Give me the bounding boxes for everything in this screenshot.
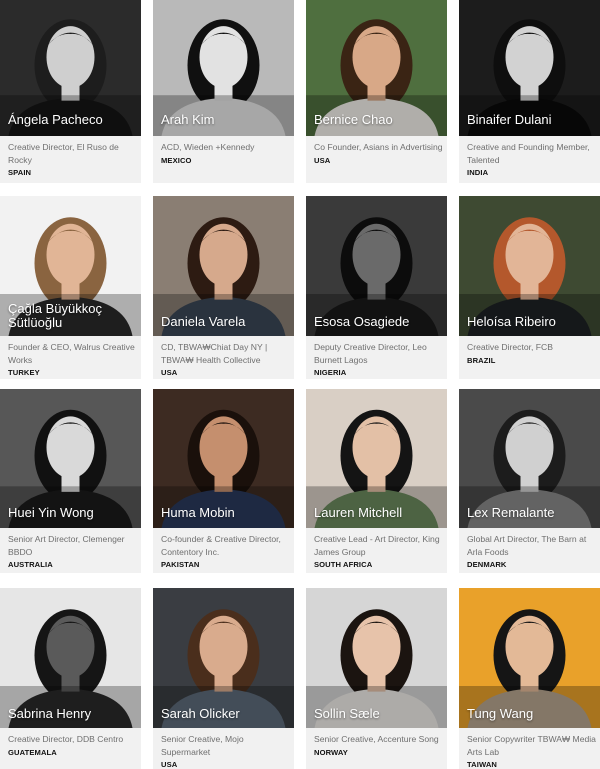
person-name: Sollin Sæle bbox=[314, 706, 380, 721]
person-name: Arah Kim bbox=[161, 112, 215, 127]
person-name: Huma Mobin bbox=[161, 505, 235, 520]
person-role: Senior Art Director, Clemenger BBDO bbox=[8, 534, 125, 557]
person-role: Senior Creative, Accenture Song bbox=[314, 734, 439, 744]
person-name: Lauren Mitchell bbox=[314, 505, 403, 520]
person-country: USA bbox=[161, 368, 178, 377]
person-card[interactable]: Arah Kim ACD, Wieden +Kennedy MEXICO bbox=[153, 0, 294, 183]
face-shape bbox=[505, 223, 554, 286]
person-card[interactable]: Daniela Varela CD, TBWA₩Chiat Day NY | T… bbox=[153, 196, 294, 379]
person-card[interactable]: Lauren Mitchell Creative Lead - Art Dire… bbox=[306, 389, 447, 573]
face-shape bbox=[46, 615, 95, 678]
person-role: Senior Copywriter TBWA₩ Media Arts Lab bbox=[467, 734, 596, 757]
person-role: ACD, Wieden +Kennedy bbox=[161, 142, 255, 152]
person-role: Senior Creative, Mojo Supermarket bbox=[161, 734, 244, 757]
face-shape bbox=[352, 615, 401, 678]
person-country: NIGERIA bbox=[314, 368, 347, 377]
face-shape bbox=[352, 26, 401, 89]
person-role: Creative and Founding Member, Talented bbox=[467, 142, 590, 165]
face-shape bbox=[352, 223, 401, 286]
person-role: Founder & CEO, Walrus Creative Works bbox=[8, 342, 135, 365]
person-card[interactable]: Çağla Büyükkoç Sütlüoğlu Founder & CEO, … bbox=[0, 196, 141, 379]
person-name: Bernice Chao bbox=[314, 112, 393, 127]
face-shape bbox=[199, 26, 248, 89]
person-country: BRAZIL bbox=[467, 355, 496, 365]
person-country: SPAIN bbox=[8, 168, 32, 177]
face-shape bbox=[199, 223, 248, 286]
person-country: TURKEY bbox=[8, 368, 40, 377]
person-card[interactable]: Tung Wang Senior Copywriter TBWA₩ Media … bbox=[459, 588, 600, 769]
face-shape bbox=[352, 416, 401, 479]
face-shape bbox=[46, 223, 95, 286]
person-card[interactable]: Bernice Chao Co Founder, Asians in Adver… bbox=[306, 0, 447, 183]
person-role: Co Founder, Asians in Advertising bbox=[314, 142, 443, 152]
face-shape bbox=[505, 416, 554, 479]
person-role: Creative Director, El Ruso de Rocky bbox=[8, 142, 119, 165]
person-card[interactable]: Esosa Osagiede Deputy Creative Director,… bbox=[306, 196, 447, 379]
person-card[interactable]: Huma Mobin Co-founder & Creative Directo… bbox=[153, 389, 294, 573]
person-name: Ángela Pacheco bbox=[8, 112, 103, 127]
person-country: GUATEMALA bbox=[8, 747, 57, 757]
face-shape bbox=[505, 26, 554, 89]
person-name: Huei Yin Wong bbox=[8, 505, 94, 520]
person-card[interactable]: Lex Remalante Global Art Director, The B… bbox=[459, 389, 600, 573]
person-card[interactable]: Huei Yin Wong Senior Art Director, Cleme… bbox=[0, 389, 141, 573]
person-card[interactable]: Heloísa Ribeiro Creative Director, FCB B… bbox=[459, 196, 600, 379]
person-name: Lex Remalante bbox=[467, 505, 555, 520]
person-country: DENMARK bbox=[467, 560, 507, 569]
person-country: SOUTH AFRICA bbox=[314, 560, 373, 569]
person-name: Sarah Olicker bbox=[161, 706, 240, 721]
person-role: Deputy Creative Director, Leo Burnett La… bbox=[314, 342, 427, 365]
face-shape bbox=[199, 615, 248, 678]
person-card[interactable]: Binaifer Dulani Creative and Founding Me… bbox=[459, 0, 600, 183]
person-country: NORWAY bbox=[314, 747, 348, 757]
person-country: PAKISTAN bbox=[161, 560, 200, 569]
person-role: Global Art Director, The Barn at Arla Fo… bbox=[467, 534, 587, 557]
face-shape bbox=[46, 416, 95, 479]
face-shape bbox=[505, 615, 554, 678]
people-grid: Ángela Pacheco Creative Director, El Rus… bbox=[0, 0, 600, 769]
person-country: USA bbox=[161, 760, 178, 769]
person-country: TAIWAN bbox=[467, 760, 497, 769]
person-name: Sabrina Henry bbox=[8, 706, 92, 721]
person-name: Tung Wang bbox=[467, 706, 534, 721]
person-card[interactable]: Ángela Pacheco Creative Director, El Rus… bbox=[0, 0, 141, 183]
person-country: MEXICO bbox=[161, 155, 192, 165]
person-role: Creative Lead - Art Director, King James… bbox=[314, 534, 440, 557]
person-role: Creative Director, FCB bbox=[467, 342, 553, 352]
face-shape bbox=[46, 26, 95, 89]
person-card[interactable]: Sarah Olicker Senior Creative, Mojo Supe… bbox=[153, 588, 294, 769]
person-name: Esosa Osagiede bbox=[314, 314, 410, 329]
person-country: INDIA bbox=[467, 168, 489, 177]
person-role: Co-founder & Creative Director, Contento… bbox=[161, 534, 281, 557]
person-card[interactable]: Sollin Sæle Senior Creative, Accenture S… bbox=[306, 588, 447, 769]
person-country: AUSTRALIA bbox=[8, 560, 53, 569]
person-name: Binaifer Dulani bbox=[467, 112, 552, 127]
person-card[interactable]: Sabrina Henry Creative Director, DDB Cen… bbox=[0, 588, 141, 769]
person-name: Çağla Büyükkoç Sütlüoğlu bbox=[8, 301, 102, 330]
face-shape bbox=[199, 416, 248, 479]
person-role: Creative Director, DDB Centro bbox=[8, 734, 124, 744]
person-name: Heloísa Ribeiro bbox=[467, 314, 556, 329]
person-role: CD, TBWA₩Chiat Day NY | TBWA₩ Health Col… bbox=[161, 342, 268, 365]
person-country: USA bbox=[314, 155, 331, 165]
person-name: Daniela Varela bbox=[161, 314, 246, 329]
